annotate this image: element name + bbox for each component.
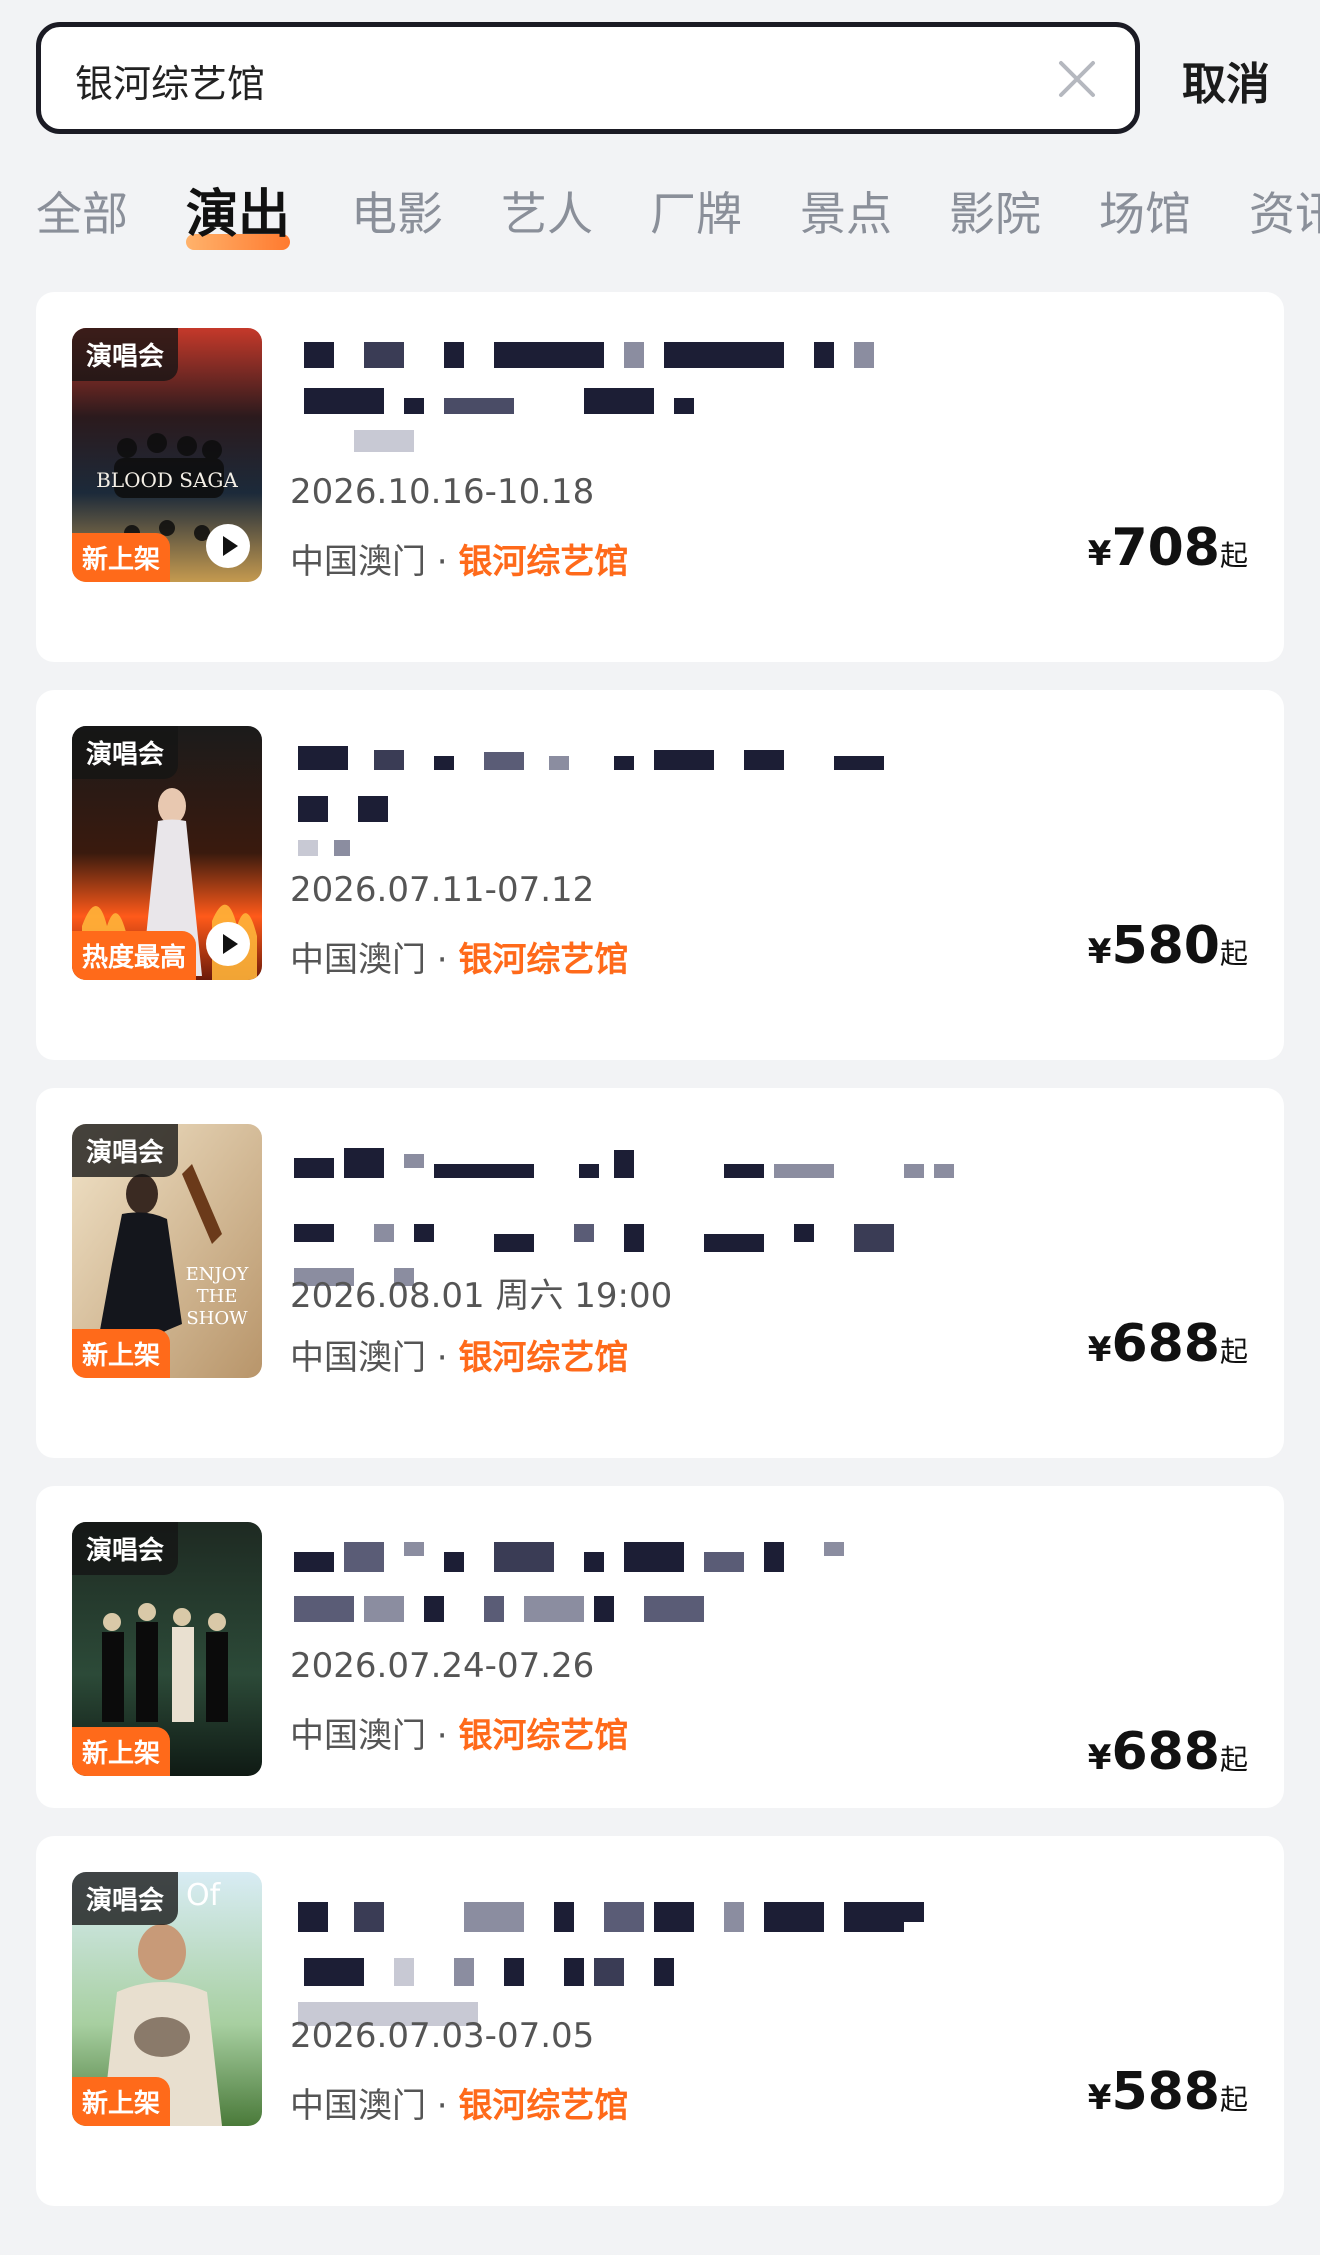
event-price: ¥580起 — [1088, 916, 1248, 976]
event-location: 中国澳门 · 银河综艺馆 — [290, 1338, 629, 1378]
event-region: 中国澳门 — [290, 1716, 426, 1756]
event-price: ¥588起 — [1088, 2062, 1248, 2122]
price-currency: ¥ — [1087, 534, 1112, 574]
price-value: 688 — [1111, 1314, 1220, 1374]
event-region: 中国澳门 — [290, 542, 426, 582]
tab-artist[interactable]: 艺人 — [501, 178, 593, 244]
event-poster[interactable]: Of 演唱会 新上架 — [72, 1872, 262, 2126]
clear-icon[interactable] — [1053, 55, 1101, 103]
poster-title: BLOOD SAGA — [96, 468, 238, 492]
event-date: 2026.08.01 周六 19:00 — [290, 1276, 673, 1316]
category-tag: 演唱会 — [72, 726, 179, 779]
status-badge: 新上架 — [72, 1329, 171, 1378]
tab-news[interactable]: 资讯 — [1249, 178, 1320, 244]
event-price: ¥688起 — [1088, 1722, 1248, 1782]
event-poster[interactable]: ENJOY THE SHOW 演唱会 新上架 — [72, 1124, 262, 1378]
tab-label[interactable]: 厂牌 — [650, 178, 742, 244]
tab-attraction[interactable]: 景点 — [800, 178, 892, 244]
price-suffix: 起 — [1219, 539, 1248, 572]
price-value: 708 — [1111, 518, 1220, 578]
result-card[interactable]: 演唱会 新上架 2026.07.24-07.26 中国澳门 · 银河综艺馆 ¥6… — [36, 1486, 1284, 1808]
venue-link[interactable]: 银河综艺馆 — [458, 2086, 628, 2126]
event-location: 中国澳门 · 银河综艺馆 — [290, 1716, 629, 1756]
status-badge: 新上架 — [72, 2077, 171, 2126]
event-poster[interactable]: 演唱会 热度最高 — [72, 726, 262, 980]
price-value: 688 — [1111, 1722, 1220, 1782]
event-region: 中国澳门 — [290, 2086, 426, 2126]
event-location: 中国澳门 · 银河综艺馆 — [290, 2086, 629, 2126]
event-price: ¥688起 — [1088, 1314, 1248, 1374]
event-poster[interactable]: BLOOD SAGA 演唱会 新上架 — [72, 328, 262, 582]
tab-performance[interactable]: 演出 — [186, 172, 290, 247]
result-card[interactable]: ENJOY THE SHOW 演唱会 新上架 2026.08.01 周六 19:… — [36, 1088, 1284, 1458]
event-price: ¥708起 — [1088, 518, 1248, 578]
event-date: 2026.07.11-07.12 — [290, 870, 595, 910]
price-suffix: 起 — [1219, 1335, 1248, 1368]
result-card[interactable]: 演唱会 热度最高 2026.07.11-07.12 中国澳门 · 银河综艺馆 ¥… — [36, 690, 1284, 1060]
price-currency: ¥ — [1087, 1330, 1112, 1370]
event-region: 中国澳门 — [290, 940, 426, 980]
play-icon[interactable] — [204, 920, 252, 968]
result-card[interactable]: BLOOD SAGA 演唱会 新上架 2026.10.16-10.18 中国澳门… — [36, 292, 1284, 662]
event-location: 中国澳门 · 银河综艺馆 — [290, 940, 629, 980]
cancel-button[interactable]: 取消 — [1182, 48, 1270, 112]
category-tag: 演唱会 — [72, 1124, 179, 1177]
price-suffix: 起 — [1219, 937, 1248, 970]
event-region: 中国澳门 — [290, 1338, 426, 1378]
category-tag: 演唱会 — [72, 1522, 179, 1575]
blurred-title — [294, 1532, 1234, 1732]
price-suffix: 起 — [1219, 1743, 1248, 1776]
venue-link[interactable]: 银河综艺馆 — [458, 542, 628, 582]
price-value: 580 — [1111, 916, 1220, 976]
price-currency: ¥ — [1087, 1738, 1112, 1778]
event-date: 2026.07.24-07.26 — [290, 1646, 595, 1686]
venue-link[interactable]: 银河综艺馆 — [458, 940, 628, 980]
category-tag: 演唱会 — [72, 1872, 179, 1925]
status-badge: 新上架 — [72, 1727, 171, 1776]
tab-movie[interactable]: 电影 — [351, 178, 443, 244]
venue-link[interactable]: 银河综艺馆 — [458, 1338, 628, 1378]
venue-link[interactable]: 银河综艺馆 — [458, 1716, 628, 1756]
price-value: 588 — [1111, 2062, 1220, 2122]
search-box[interactable] — [36, 22, 1140, 134]
price-suffix: 起 — [1219, 2083, 1248, 2116]
play-icon[interactable] — [204, 522, 252, 570]
category-tabs: 全部 演出 电影 艺人 厂牌 景点 影院 场馆 资讯 — [36, 170, 1320, 260]
price-currency: ¥ — [1087, 2078, 1112, 2118]
poster-title: Of — [186, 1878, 221, 1913]
tab-venue[interactable]: 场馆 — [1099, 178, 1191, 244]
event-date: 2026.10.16-10.18 — [290, 472, 595, 512]
tab-cinema[interactable]: 影院 — [949, 178, 1041, 244]
status-badge: 新上架 — [72, 533, 171, 582]
price-currency: ¥ — [1087, 932, 1112, 972]
poster-title: ENJOY THE SHOW — [185, 1264, 249, 1329]
event-date: 2026.07.03-07.05 — [290, 2016, 595, 2056]
result-card[interactable]: Of 演唱会 新上架 2026.07.03-07.05 中国澳门 · 银河综艺馆… — [36, 1836, 1284, 2206]
status-badge: 热度最高 — [72, 931, 197, 980]
search-row: 取消 — [36, 22, 1286, 142]
category-tag: 演唱会 — [72, 328, 179, 381]
event-location: 中国澳门 · 银河综艺馆 — [290, 542, 629, 582]
tab-all[interactable]: 全部 — [36, 178, 128, 244]
search-input[interactable] — [73, 49, 977, 111]
event-poster[interactable]: 演唱会 新上架 — [72, 1522, 262, 1776]
